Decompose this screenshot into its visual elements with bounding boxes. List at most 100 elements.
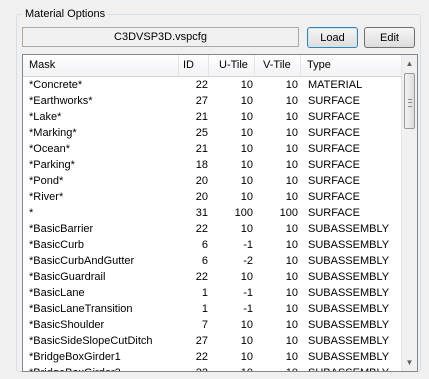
table-row[interactable]: *BasicLane 1 -1 10 SUBASSEMBLY bbox=[23, 285, 403, 301]
cell-u-tile: -1 bbox=[243, 239, 253, 251]
cell-u-tile: 10 bbox=[240, 223, 253, 235]
cell-type: SUBASSEMBLY bbox=[308, 271, 390, 283]
cell-id: 22 bbox=[195, 223, 208, 235]
cell-id: 18 bbox=[195, 159, 208, 171]
cell-id: 22 bbox=[195, 351, 208, 363]
cell-type: SUBASSEMBLY bbox=[308, 255, 390, 267]
cell-mask: *BasicGuardrail bbox=[29, 271, 106, 283]
cell-v-tile: 10 bbox=[285, 127, 298, 139]
scrollbar-thumb[interactable] bbox=[404, 73, 415, 129]
cell-v-tile: 10 bbox=[285, 239, 298, 251]
table-row[interactable]: *Concrete* 22 10 10 MATERIAL bbox=[23, 77, 403, 93]
table-row[interactable]: *BasicLaneTransition 1 -1 10 SUBASSEMBLY bbox=[23, 301, 403, 317]
cell-v-tile: 10 bbox=[285, 159, 298, 171]
cell-type: SURFACE bbox=[308, 191, 360, 203]
cell-id: 21 bbox=[195, 111, 208, 123]
table-row[interactable]: *BasicSideSlopeCutDitch 27 10 10 SUBASSEMBLY bbox=[23, 333, 403, 349]
cell-u-tile: 10 bbox=[240, 79, 253, 91]
cell-type: SURFACE bbox=[308, 159, 360, 171]
cell-type: SUBASSEMBLY bbox=[308, 335, 390, 347]
column-header-id[interactable]: ID bbox=[179, 55, 209, 76]
config-file-field: C3DVSP3D.vspcfg bbox=[22, 27, 299, 47]
cell-u-tile: 10 bbox=[240, 335, 253, 347]
cell-u-tile: 10 bbox=[240, 159, 253, 171]
cell-v-tile: 10 bbox=[285, 271, 298, 283]
cell-mask: *Pond* bbox=[29, 175, 64, 187]
table-row[interactable]: *BridgeBoxGirder1 22 10 10 SUBASSEMBLY bbox=[23, 349, 403, 365]
cell-v-tile: 10 bbox=[285, 79, 298, 91]
table-row[interactable]: *Marking* 25 10 10 SURFACE bbox=[23, 125, 403, 141]
cell-u-tile: 10 bbox=[240, 175, 253, 187]
cell-mask: *BridgeBoxGirder2 bbox=[29, 365, 189, 371]
table-row[interactable]: *Ocean* 21 10 10 SURFACE bbox=[23, 141, 403, 157]
cell-mask: *BasicShoulder bbox=[29, 319, 105, 331]
cell-v-tile: 100 bbox=[279, 207, 298, 219]
table-row[interactable]: *BasicGuardrail 22 10 10 SUBASSEMBLY bbox=[23, 269, 403, 285]
cell-mask: *Marking* bbox=[29, 127, 77, 139]
table-row[interactable]: * 31 100 100 SURFACE bbox=[23, 205, 403, 221]
load-button[interactable]: Load bbox=[307, 27, 358, 48]
cell-u-tile: 10 bbox=[240, 319, 253, 331]
column-header-type[interactable]: Type bbox=[301, 55, 403, 76]
cell-type: SURFACE bbox=[308, 143, 360, 155]
table-body: *Concrete* 22 10 10 MATERIAL *Earthworks* 27 10… bbox=[23, 77, 403, 371]
cell-u-tile: 10 bbox=[213, 365, 253, 371]
cell-mask: * bbox=[29, 207, 34, 219]
cell-mask: *Lake* bbox=[29, 111, 62, 123]
column-header-v-tile[interactable]: V-Tile bbox=[255, 55, 301, 76]
cell-type: SURFACE bbox=[308, 95, 360, 107]
scroll-down-icon[interactable]: ▼ bbox=[402, 354, 417, 371]
cell-id: 22 bbox=[183, 365, 208, 371]
table-row[interactable]: *BasicCurbAndGutter 6 -2 10 SUBASSEMBLY bbox=[23, 253, 403, 269]
vertical-scrollbar[interactable]: ▲ ▼ bbox=[401, 55, 417, 371]
cell-type: SUBASSEMBLY bbox=[308, 303, 390, 315]
cell-id: 7 bbox=[201, 319, 208, 331]
table-row[interactable]: *BasicBarrier 22 10 10 SUBASSEMBLY bbox=[23, 221, 403, 237]
cell-type: MATERIAL bbox=[308, 79, 363, 91]
table-row[interactable]: *River* 20 10 10 SURFACE bbox=[23, 189, 403, 205]
cell-type: SUBASSEMBLY bbox=[308, 239, 390, 251]
cell-u-tile: 10 bbox=[240, 127, 253, 139]
column-header-mask[interactable]: Mask bbox=[23, 55, 179, 76]
cell-mask: *Concrete* bbox=[29, 79, 83, 91]
cell-type: SUBASSEMBLY bbox=[308, 351, 390, 363]
cell-mask: *BasicCurbAndGutter bbox=[29, 255, 135, 267]
cell-u-tile: -1 bbox=[243, 303, 253, 315]
cell-u-tile: 10 bbox=[240, 95, 253, 107]
cell-v-tile: 10 bbox=[285, 303, 298, 315]
table-row[interactable]: *Lake* 21 10 10 SURFACE bbox=[23, 109, 403, 125]
cell-u-tile: 10 bbox=[240, 271, 253, 283]
table-row[interactable]: *BasicShoulder 7 10 10 SUBASSEMBLY bbox=[23, 317, 403, 333]
cell-type: SUBASSEMBLY bbox=[308, 287, 390, 299]
cell-type: SUBASSEMBLY bbox=[308, 365, 403, 371]
cell-v-tile: 10 bbox=[285, 111, 298, 123]
cell-type: SURFACE bbox=[308, 111, 360, 123]
cell-id: 27 bbox=[195, 335, 208, 347]
cell-id: 6 bbox=[201, 239, 208, 251]
cell-id: 20 bbox=[195, 191, 208, 203]
cell-mask: *BasicSideSlopeCutDitch bbox=[29, 335, 153, 347]
edit-button[interactable]: Edit bbox=[364, 27, 415, 48]
cell-type: SUBASSEMBLY bbox=[308, 319, 390, 331]
cell-u-tile: -2 bbox=[243, 255, 253, 267]
cell-u-tile: 10 bbox=[240, 111, 253, 123]
table-row[interactable]: *Parking* 18 10 10 SURFACE bbox=[23, 157, 403, 173]
cell-type: SURFACE bbox=[308, 175, 360, 187]
cell-mask: *Ocean* bbox=[29, 143, 70, 155]
cell-v-tile: 10 bbox=[285, 191, 298, 203]
cell-mask: *Parking* bbox=[29, 159, 75, 171]
scroll-up-icon[interactable]: ▲ bbox=[402, 55, 417, 72]
cell-id: 6 bbox=[201, 255, 208, 267]
cell-u-tile: 100 bbox=[234, 207, 253, 219]
cell-mask: *Earthworks* bbox=[29, 95, 93, 107]
cell-u-tile: 10 bbox=[240, 351, 253, 363]
cell-type: SUBASSEMBLY bbox=[308, 223, 390, 235]
material-table[interactable]: Mask ID U-Tile V-Tile Type *Concrete* 22 1… bbox=[22, 54, 418, 372]
table-row[interactable]: *Earthworks* 27 10 10 SURFACE bbox=[23, 93, 403, 109]
cell-id: 1 bbox=[201, 287, 208, 299]
cell-type: SURFACE bbox=[308, 127, 360, 139]
table-row[interactable]: *BridgeBoxGirder222 10 10 SUBASSEMBLY bbox=[23, 365, 403, 371]
table-row[interactable]: *Pond* 20 10 10 SURFACE bbox=[23, 173, 403, 189]
column-header-u-tile[interactable]: U-Tile bbox=[209, 55, 255, 76]
table-row[interactable]: *BasicCurb 6 -1 10 SUBASSEMBLY bbox=[23, 237, 403, 253]
